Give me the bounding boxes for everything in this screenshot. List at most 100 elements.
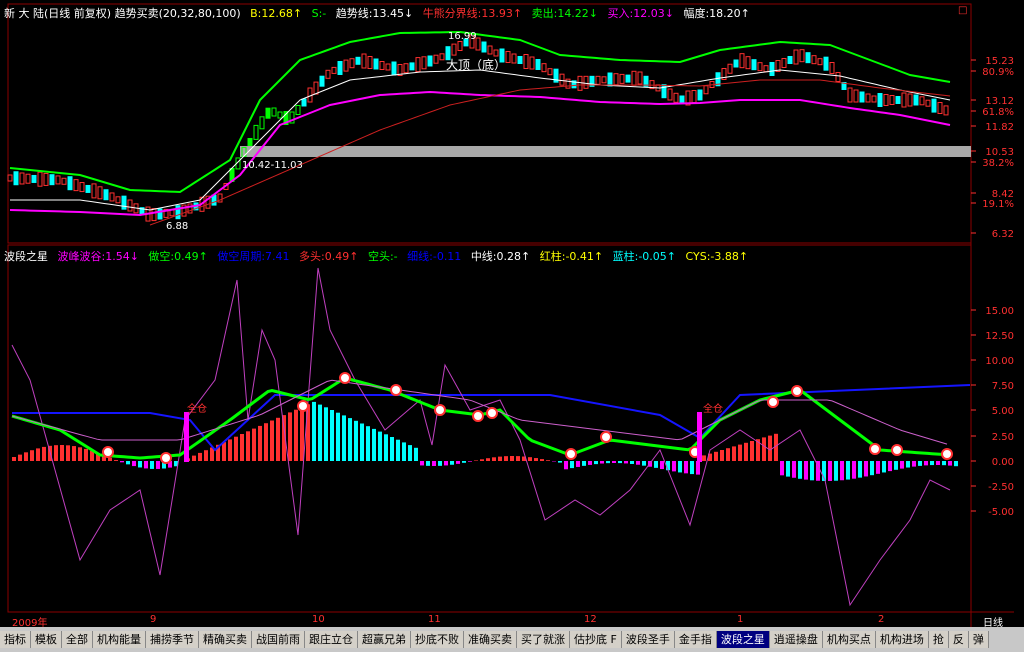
indicator-bar	[336, 412, 340, 461]
tab-4[interactable]: 捕捞季节	[146, 631, 199, 648]
candle	[313, 81, 319, 95]
candle	[751, 59, 757, 71]
full-position-label-2: 全仓	[703, 404, 723, 415]
tab-3[interactable]: 机构能量	[93, 631, 146, 648]
price-tick-label: 61.8%	[982, 107, 1014, 118]
indicator-bar	[762, 437, 766, 461]
candle	[421, 56, 427, 70]
candle	[409, 62, 415, 71]
candle	[823, 56, 829, 71]
indicator-bar	[546, 460, 550, 461]
indicator-bar	[258, 425, 262, 461]
tab-11[interactable]: 买了就涨	[517, 631, 570, 648]
candle	[529, 56, 535, 70]
candle	[319, 75, 325, 87]
tab-18[interactable]: 机构进场	[875, 631, 929, 648]
window-corner-icon[interactable]: □	[958, 5, 967, 16]
candle	[745, 56, 751, 70]
indicator-bar	[270, 420, 274, 461]
indicator-tick-label: 10.00	[985, 356, 1014, 367]
candle	[61, 177, 67, 185]
candle	[127, 199, 133, 212]
indicator-bar	[948, 461, 952, 466]
indicator-bar	[432, 461, 436, 466]
tab-2[interactable]: 全部	[62, 631, 93, 648]
indicator-bar	[804, 461, 808, 480]
tab-7[interactable]: 跟庄立仓	[305, 631, 358, 648]
candle	[919, 96, 925, 106]
candle	[103, 189, 109, 201]
candle	[673, 92, 679, 103]
candle	[565, 78, 571, 89]
indicator-bar	[792, 461, 796, 478]
indicator-bar	[276, 417, 280, 461]
candle	[913, 94, 919, 106]
candle	[109, 192, 115, 202]
tab-13[interactable]: 波段圣手	[621, 631, 675, 648]
indicator-bar	[576, 461, 580, 467]
indicator-bar	[240, 434, 244, 461]
candle	[121, 195, 127, 210]
header-bar: 新 大 陆(日线 前复权) 趋势买卖(20,32,80,100) B:12.68…	[4, 5, 750, 20]
candle	[265, 107, 271, 119]
candle	[55, 175, 61, 185]
time-label: 10	[312, 614, 325, 625]
indicator-bar	[78, 447, 82, 461]
indicator-bar	[12, 457, 16, 461]
tab-5[interactable]: 精确买卖	[199, 631, 252, 648]
tab-14[interactable]: 金手指	[674, 631, 717, 648]
candle	[679, 95, 685, 104]
indicator-bar	[198, 452, 202, 461]
header-item-6: 幅度:18.20↑	[683, 7, 750, 20]
candle	[361, 53, 367, 69]
signal-marker	[434, 404, 446, 416]
tab-10[interactable]: 准确买卖	[464, 631, 517, 648]
indicator-bar	[642, 461, 646, 466]
indicator-bar	[498, 456, 502, 461]
tab-19[interactable]: 抢	[928, 631, 949, 648]
tab-1[interactable]: 模板	[31, 631, 62, 648]
tab-12[interactable]: 估抄底 F	[570, 631, 622, 648]
tab-0[interactable]: 指标	[0, 631, 31, 648]
candle	[613, 73, 619, 86]
indicator-bar	[780, 461, 784, 476]
candle	[487, 45, 493, 55]
indicator-bar	[858, 461, 862, 478]
candle	[547, 68, 553, 76]
candle	[541, 63, 547, 73]
indicator-bar	[450, 461, 454, 465]
indicator-bar	[534, 458, 538, 461]
indicator-bar	[126, 461, 130, 465]
indicator-bar	[888, 461, 892, 472]
indicator-bar	[564, 461, 568, 470]
tab-21[interactable]: 弹	[968, 631, 989, 648]
tab-16[interactable]: 逍遥操盘	[769, 631, 823, 648]
tab-20[interactable]: 反	[948, 631, 969, 648]
candle	[325, 69, 331, 79]
tab-17[interactable]: 机构买点	[822, 631, 876, 648]
indicator-bar	[528, 457, 532, 461]
indicator-bar	[612, 461, 616, 464]
indicator-bar	[306, 404, 310, 461]
indicator-bar	[234, 436, 238, 461]
indicator-bar	[360, 423, 364, 461]
indicator-bar	[696, 461, 700, 475]
candle	[367, 56, 373, 69]
indicator-bar	[852, 461, 856, 479]
signal-marker	[297, 400, 309, 412]
candle	[811, 55, 817, 65]
tab-6[interactable]: 战国前雨	[252, 631, 305, 648]
candle	[931, 98, 937, 113]
indicator-bar	[396, 439, 400, 461]
tab-8[interactable]: 超赢兄弟	[358, 631, 411, 648]
indicator-bar	[540, 459, 544, 461]
candle	[631, 70, 637, 86]
indicator-bar	[828, 461, 832, 481]
header-item-4: 卖出:14.22↓	[531, 7, 602, 20]
indicator-bar	[414, 447, 418, 461]
range-label: 10.42-11.03	[242, 160, 303, 171]
tab-15[interactable]: 波段之星	[716, 631, 770, 648]
tab-9[interactable]: 抄底不败	[411, 631, 464, 648]
indicator-bar	[54, 445, 58, 461]
indicator-item-0: 波峰波谷:1.54↓	[57, 250, 143, 263]
